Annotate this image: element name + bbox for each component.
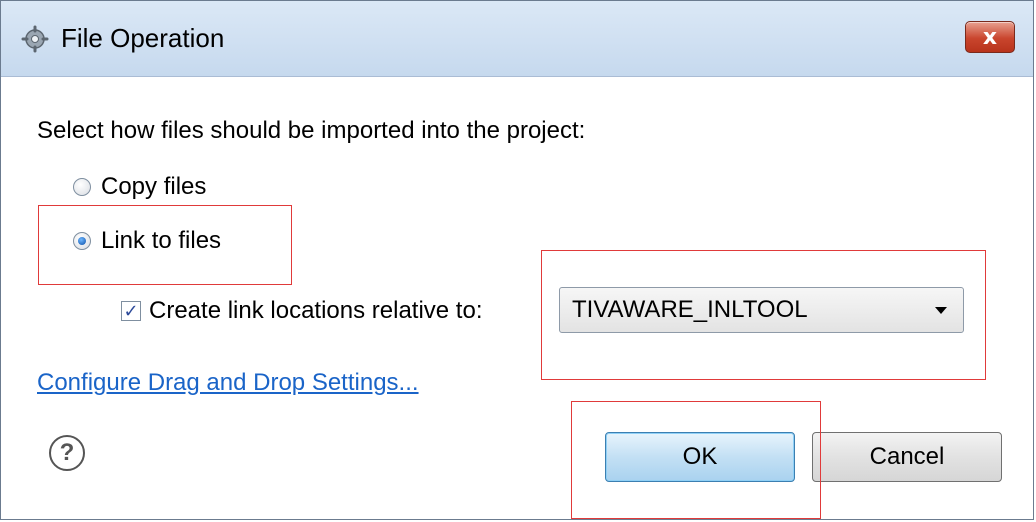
file-operation-dialog: File Operation x Select how files should… [0, 0, 1034, 520]
gear-icon [21, 25, 49, 53]
chevron-down-icon[interactable] [935, 306, 947, 314]
copy-files-label: Copy files [101, 173, 207, 200]
dropdown-selected-value: TIVAWARE_INLTOOL [572, 296, 808, 323]
window-title: File Operation [61, 23, 225, 53]
link-to-files-label: Link to files [101, 227, 222, 254]
relative-link-option[interactable]: ✓ Create link locations relative to: [121, 297, 483, 325]
title-bar[interactable]: File Operation x [1, 1, 1033, 77]
close-icon: x [982, 24, 998, 50]
copy-files-radio[interactable] [73, 178, 91, 196]
relative-location-dropdown[interactable]: TIVAWARE_INLTOOL [559, 287, 964, 333]
relative-link-checkbox[interactable]: ✓ [121, 300, 141, 322]
configure-drag-drop-link[interactable]: Configure Drag and Drop Settings... [37, 369, 419, 397]
cancel-button[interactable]: Cancel [812, 432, 1002, 482]
help-glyph: ? [59, 439, 75, 466]
checkmark-icon: ✓ [123, 300, 139, 322]
close-button[interactable]: x [965, 21, 1015, 53]
help-icon[interactable]: ? [49, 435, 85, 471]
ok-button[interactable]: OK [605, 432, 795, 482]
link-to-files-option[interactable]: Link to files [73, 227, 221, 255]
import-prompt: Select how files should be imported into… [37, 117, 586, 144]
relative-link-label: Create link locations relative to: [149, 297, 483, 324]
dialog-body: Select how files should be imported into… [1, 77, 1033, 519]
copy-files-option[interactable]: Copy files [73, 173, 206, 201]
link-to-files-radio[interactable] [73, 232, 91, 250]
